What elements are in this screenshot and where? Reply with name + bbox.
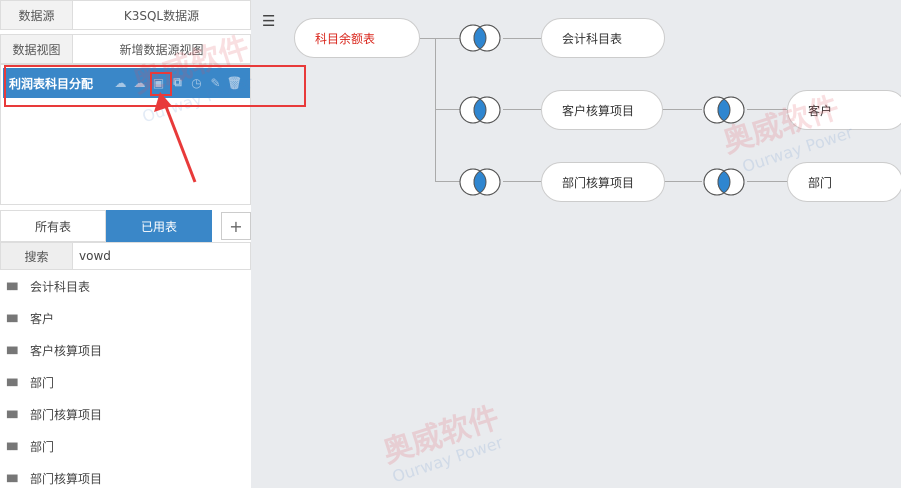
table-node[interactable]: 会计科目表 — [541, 18, 665, 58]
table-item-label: 会计科目表 — [30, 279, 91, 294]
table-item-label: 部门核算项目 — [30, 407, 103, 422]
bar-chart-icon: ▮▮▮ — [6, 472, 19, 484]
table-node[interactable]: 部门核算项目 — [541, 162, 665, 202]
dataview-label: 数据视图 — [1, 35, 73, 63]
table-item[interactable]: ▮▮▮ 部门 — [0, 366, 251, 398]
connector-line — [435, 181, 460, 182]
datasource-select[interactable]: K3SQL数据源 — [73, 1, 250, 29]
connector-line — [420, 38, 460, 39]
tab-used-tables[interactable]: 已用表 — [106, 210, 212, 242]
search-label: 搜索 — [1, 243, 73, 269]
connector-line — [435, 38, 436, 182]
connector-line — [435, 109, 460, 110]
inner-join-icon[interactable] — [458, 95, 502, 125]
inner-join-icon[interactable] — [458, 23, 502, 53]
datasource-label: 数据源 — [1, 1, 73, 29]
connector-line — [503, 109, 541, 110]
search-row: 搜索 — [0, 242, 251, 270]
bar-chart-icon: ▮▮▮ — [6, 376, 19, 388]
table-item-label: 部门核算项目 — [30, 471, 103, 486]
bar-chart-icon: ▮▮▮ — [6, 408, 19, 420]
table-node[interactable]: 客户核算项目 — [541, 90, 663, 130]
root-table-node[interactable]: 科目余额表 — [294, 18, 420, 58]
table-list: ▮▮▮ 会计科目表 ▮▮▮ 客户 ▮▮▮ 客户核算项目 ▮▮▮ 部门 ▮▮▮ 部门核算项目… — [0, 270, 251, 494]
connector-line — [662, 181, 702, 182]
connector-line — [503, 38, 541, 39]
table-node[interactable]: 部门 — [787, 162, 901, 202]
menu-toggle-icon[interactable]: ☰ — [262, 12, 275, 30]
connector-line — [747, 181, 787, 182]
inner-join-icon[interactable] — [458, 167, 502, 197]
table-item-label: 部门 — [30, 375, 55, 390]
table-item[interactable]: ▮▮▮ 部门 — [0, 430, 251, 462]
bar-chart-icon: ▮▮▮ — [6, 312, 19, 324]
annotation-arrow — [154, 92, 197, 183]
table-item-label: 部门 — [30, 439, 55, 454]
bar-chart-icon: ▮▮▮ — [6, 344, 19, 356]
table-item-label: 客户核算项目 — [30, 343, 103, 358]
bar-chart-icon: ▮▮▮ — [6, 280, 19, 292]
table-item[interactable]: ▮▮▮ 客户核算项目 — [0, 334, 251, 366]
inner-join-icon[interactable] — [702, 167, 746, 197]
table-item[interactable]: ▮▮▮ 部门核算项目 — [0, 398, 251, 430]
relation-canvas[interactable] — [251, 0, 901, 488]
table-tabs: 所有表 已用表 — [0, 210, 251, 242]
datasource-row: 数据源 K3SQL数据源 — [0, 0, 251, 30]
search-input[interactable] — [73, 243, 250, 269]
tab-all-tables[interactable]: 所有表 — [0, 210, 106, 242]
table-item[interactable]: ▮▮▮ 部门核算项目 — [0, 462, 251, 494]
table-item[interactable]: ▮▮▮ 会计科目表 — [0, 270, 251, 302]
bar-chart-icon: ▮▮▮ — [6, 440, 19, 452]
table-item-label: 客户 — [30, 311, 55, 326]
connector-line — [662, 109, 702, 110]
connector-line — [503, 181, 541, 182]
add-table-button[interactable]: + — [221, 212, 251, 240]
table-item[interactable]: ▮▮▮ 客户 — [0, 302, 251, 334]
